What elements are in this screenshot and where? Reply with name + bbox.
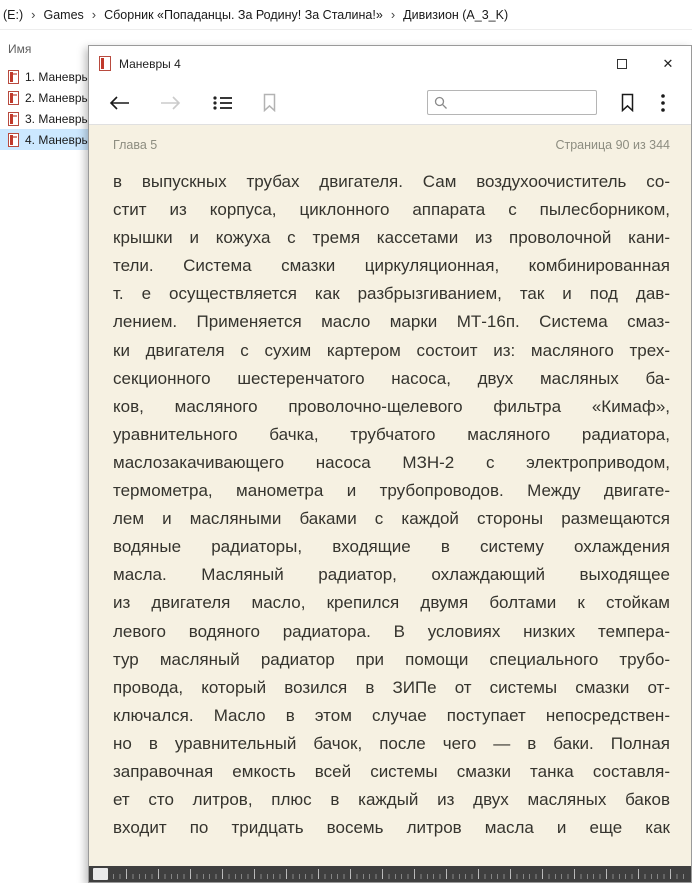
forward-arrow-icon (160, 95, 182, 111)
maximize-button[interactable] (599, 46, 645, 81)
book-file-icon (8, 70, 19, 84)
page-header: Глава 5 Страница 90 из 344 (113, 138, 670, 152)
file-name: 1. Маневры (25, 70, 90, 84)
reading-area: Глава 5 Страница 90 из 344 в выпускных т… (89, 125, 691, 866)
bookmarks-list-button[interactable] (255, 89, 283, 117)
search-icon (434, 96, 448, 110)
progress-thumb[interactable] (93, 868, 108, 880)
page-counter: Страница 90 из 344 (555, 138, 670, 152)
chevron-right-icon: › (390, 8, 396, 21)
titlebar[interactable]: Маневры 4 ✕ (89, 46, 691, 81)
book-file-icon (8, 91, 19, 105)
breadcrumb-item[interactable]: Дивизион (A_3_K) (403, 8, 508, 22)
add-bookmark-button[interactable] (613, 89, 641, 117)
progress-scrubber[interactable] (89, 866, 691, 882)
chevron-right-icon: › (30, 8, 36, 21)
app-icon (99, 56, 111, 71)
chapter-label: Глава 5 (113, 138, 157, 152)
window-title: Маневры 4 (119, 57, 181, 71)
text-line: ключался. Масло в этом случае поступает … (113, 702, 670, 730)
close-button[interactable]: ✕ (645, 46, 691, 81)
text-line: заправочная емкость всей системы смазки … (113, 758, 670, 786)
text-line: провода, который возился в ЗИПе от систе… (113, 674, 670, 702)
text-line: маслозакачивающего насоса МЗН-2 с электр… (113, 449, 670, 477)
reader-window: Маневры 4 ✕ (88, 45, 692, 883)
text-line: крышки и кожуха с тремя кассетами из про… (113, 224, 670, 252)
forward-button[interactable] (157, 89, 185, 117)
text-line: стит из корпуса, циклонного аппарата с п… (113, 196, 670, 224)
text-line: т. е осуществляется как разбрызгиванием,… (113, 280, 670, 308)
book-file-icon (8, 133, 19, 147)
window-controls: ✕ (599, 46, 691, 81)
table-of-contents-icon (213, 95, 233, 111)
desktop: (E:) › Games › Сборник «Попаданцы. За Родину… (0, 0, 692, 883)
maximize-icon (617, 59, 627, 69)
text-line: входит по тридцать восемь литров масла и… (113, 814, 670, 842)
text-line: масла. Масляный радиатор, охлаждающий вы… (113, 561, 670, 589)
scrubber-ticks-icon (94, 869, 686, 879)
back-button[interactable] (105, 89, 133, 117)
text-line: лем и масляными баками с каждой стороны … (113, 505, 670, 533)
text-line: термометра, манометра и трубопроводов. М… (113, 477, 670, 505)
text-line: ков, масляного проволочно-щелевого фильт… (113, 393, 670, 421)
close-icon: ✕ (663, 57, 674, 70)
reader-toolbar (89, 81, 691, 125)
text-line: тур масляный радиатор при помощи специал… (113, 646, 670, 674)
book-file-icon (8, 112, 19, 126)
text-line: водяные радиаторы, входящие в систему ох… (113, 533, 670, 561)
text-line: ет сто литров, плюс в каждый из двух мас… (113, 786, 670, 814)
back-arrow-icon (108, 95, 130, 111)
search-box (427, 90, 597, 115)
breadcrumb-item[interactable]: Сборник «Попаданцы. За Родину! За Сталин… (104, 8, 383, 22)
file-name: 4. Маневры (25, 133, 90, 147)
text-line: но в уравнительный бачок, после чего — в… (113, 730, 670, 758)
text-line: из двигателя масло, крепился двумя болта… (113, 589, 670, 617)
file-name: 3. Маневры (25, 112, 90, 126)
page-text: в выпускных трубах двигателя. Сам воздух… (113, 168, 670, 842)
kebab-menu-icon (660, 93, 666, 113)
text-line: лением. Применяется масло марки МТ-16п. … (113, 308, 670, 336)
menu-button[interactable] (649, 89, 677, 117)
text-line: секционного шестеренчатого насоса, двух … (113, 365, 670, 393)
text-line: левого водяного радиатора. В условиях ни… (113, 618, 670, 646)
file-name: 2. Маневры (25, 91, 90, 105)
text-line: уравнительного бачка, трубчатого масляно… (113, 421, 670, 449)
text-line: тели. Система смазки циркуляционная, ком… (113, 252, 670, 280)
breadcrumb: (E:) › Games › Сборник «Попаданцы. За Родину… (0, 0, 692, 30)
breadcrumb-item[interactable]: Games (43, 8, 83, 22)
chevron-right-icon: › (91, 8, 97, 21)
bookmark-icon (620, 93, 635, 112)
text-line: в выпускных трубах двигателя. Сам воздух… (113, 168, 670, 196)
contents-button[interactable] (209, 89, 237, 117)
breadcrumb-item[interactable]: (E:) (3, 8, 23, 22)
search-input[interactable] (448, 91, 596, 114)
text-line: ки двигателя с сухим картером состоит из… (113, 337, 670, 365)
bookmark-outline-icon (262, 93, 277, 112)
